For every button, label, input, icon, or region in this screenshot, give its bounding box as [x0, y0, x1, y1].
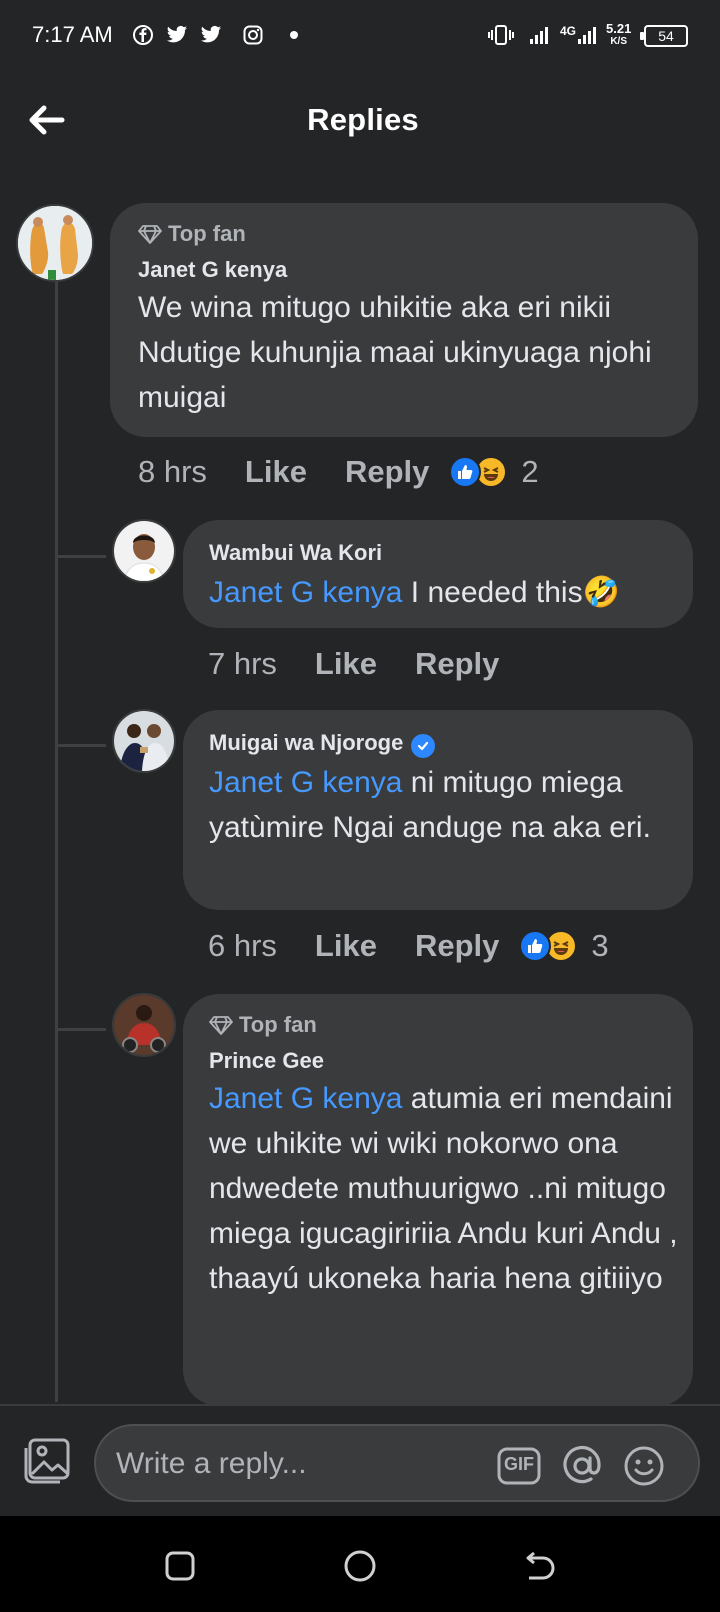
mention-link[interactable]: Janet G kenya: [209, 766, 402, 799]
twitter-icon: [200, 24, 222, 46]
avatar[interactable]: [16, 204, 94, 282]
thread-branch: [58, 555, 106, 558]
reply-text: Janet G kenya atumia eri mendaini we uhi…: [209, 1082, 678, 1295]
battery-indicator: 54: [640, 25, 688, 47]
mention-button[interactable]: [560, 1444, 604, 1488]
top-fan-badge: Top fan: [138, 221, 246, 247]
home-button[interactable]: [340, 1546, 380, 1586]
like-button[interactable]: Like: [245, 454, 307, 490]
gif-label: GIF: [504, 1454, 534, 1474]
avatar-image-icon: [114, 711, 174, 771]
reply-text: Janet G kenya I needed this🤣: [209, 576, 620, 609]
avatar-image-icon: [114, 995, 174, 1055]
gif-button[interactable]: GIF: [496, 1444, 542, 1488]
status-bar: 7:17 AM 4G 5.21 K/S 54: [0, 0, 720, 72]
reply-button[interactable]: Reply: [345, 454, 429, 490]
back-nav-button[interactable]: [520, 1546, 560, 1586]
comment-bubble: Top fan Janet G kenya We wina mitugo uhi…: [110, 203, 698, 437]
reply-bubble: Muigai wa Njoroge Janet G kenya ni mitug…: [183, 710, 693, 910]
instagram-icon: [242, 24, 264, 46]
avatar[interactable]: [112, 709, 176, 773]
network-speed: 5.21 K/S: [606, 21, 632, 47]
reply-button[interactable]: Reply: [415, 646, 499, 682]
reply-author[interactable]: Wambui Wa Kori: [209, 540, 382, 566]
recents-button[interactable]: [160, 1546, 200, 1586]
reply-composer: GIF: [0, 1404, 720, 1516]
page-title: Replies: [307, 102, 419, 137]
smiley-icon: [624, 1446, 664, 1486]
reply-actions: 6 hrs Like Reply 3: [208, 928, 609, 964]
reply-actions: 7 hrs Like Reply: [208, 646, 519, 682]
facebook-icon: [132, 24, 154, 46]
emoji-button[interactable]: [622, 1444, 666, 1488]
reactions[interactable]: 3: [519, 928, 609, 964]
comment-actions: 8 hrs Like Reply 2: [138, 454, 539, 490]
comment-text: We wina mitugo uhikitie aka eri nikii Nd…: [138, 291, 652, 414]
reaction-count: 2: [521, 454, 539, 489]
reply-time: 6 hrs: [208, 928, 277, 963]
photo-icon: [24, 1438, 70, 1484]
reply-time: 7 hrs: [208, 646, 277, 681]
badge-label: Top fan: [168, 221, 246, 246]
verified-badge-icon: [411, 734, 436, 758]
avatar[interactable]: [112, 519, 176, 583]
reaction-count: 3: [591, 928, 609, 963]
diamond-icon: [138, 225, 162, 244]
reply-bubble: Wambui Wa Kori Janet G kenya I needed th…: [183, 520, 693, 628]
recents-icon: [165, 1551, 195, 1581]
diamond-icon: [209, 1016, 233, 1035]
home-icon: [344, 1550, 376, 1582]
top-fan-badge: Top fan: [209, 1012, 317, 1038]
notification-dot-icon: [290, 31, 298, 39]
system-navigation-bar: [0, 1516, 720, 1612]
twitter-icon: [166, 24, 188, 46]
like-button[interactable]: Like: [315, 928, 377, 964]
badge-label: Top fan: [239, 1012, 317, 1037]
reply-button[interactable]: Reply: [415, 928, 499, 964]
back-nav-icon: [526, 1551, 555, 1580]
reactions[interactable]: 2: [449, 454, 539, 490]
mention-link[interactable]: Janet G kenya: [209, 1082, 402, 1115]
at-sign-icon: [563, 1445, 601, 1484]
status-time: 7:17 AM: [32, 22, 113, 47]
header: Replies: [0, 72, 720, 168]
vibrate-icon: [486, 24, 516, 46]
comment-author[interactable]: Janet G kenya: [138, 257, 287, 283]
reply-author[interactable]: Prince Gee: [209, 1048, 324, 1074]
avatar-image-icon: [18, 206, 92, 280]
avatar[interactable]: [112, 993, 176, 1057]
thread-line: [55, 282, 58, 1402]
reply-input[interactable]: [116, 1442, 476, 1486]
reply-bubble: Top fan Prince Gee Janet G kenya atumia …: [183, 994, 693, 1406]
avatar-image-icon: [114, 521, 174, 581]
reply-author[interactable]: Muigai wa Njoroge: [209, 730, 403, 755]
thread-branch: [58, 744, 106, 747]
comment-time: 8 hrs: [138, 454, 207, 489]
like-reaction-icon: [449, 456, 482, 488]
reply-author-row: Muigai wa Njoroge: [209, 730, 436, 758]
signal-icon: [528, 24, 552, 46]
like-reaction-icon: [519, 930, 552, 962]
mention-link[interactable]: Janet G kenya: [209, 576, 402, 609]
reply-text: Janet G kenya ni mitugo miega yatùmire N…: [209, 766, 651, 844]
photo-button[interactable]: [20, 1436, 74, 1488]
reply-input-container: GIF: [94, 1424, 700, 1502]
network-type: 4G: [560, 24, 577, 38]
signal-icon: [576, 24, 600, 46]
like-button[interactable]: Like: [315, 646, 377, 682]
thread-branch: [58, 1028, 106, 1031]
